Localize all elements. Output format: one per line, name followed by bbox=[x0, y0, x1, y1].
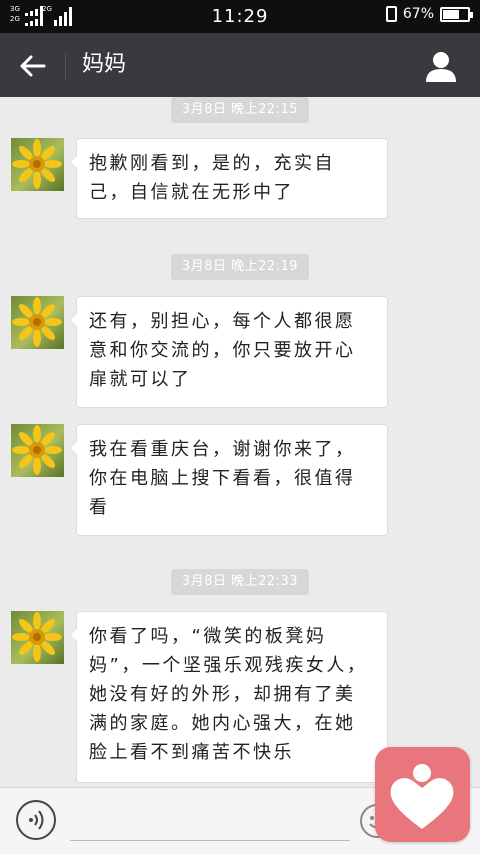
title-bar: 妈妈 bbox=[0, 33, 480, 97]
battery-percent: 67% bbox=[402, 6, 434, 22]
message-timestamp: 3月8日 晚上22:33 bbox=[171, 569, 309, 595]
back-arrow-icon[interactable] bbox=[18, 51, 48, 81]
contact-profile-icon[interactable] bbox=[424, 49, 458, 83]
chat-area[interactable]: 3月8日 晚上22:15 抱歉刚看到，是的，充实自己，自信就在无形中了 3月8日… bbox=[0, 97, 480, 787]
title-divider bbox=[65, 53, 66, 79]
floating-heart-app-icon[interactable] bbox=[375, 747, 470, 842]
vibrate-icon bbox=[385, 6, 397, 22]
message-bubble[interactable]: 还有，别担心，每个人都很愿意和你交流的，你只要放开心扉就可以了 bbox=[69, 296, 388, 408]
status-bar: 3G 2G 2G 11:29 67% bbox=[0, 0, 480, 33]
message-input[interactable] bbox=[70, 802, 350, 841]
message-timestamp: 3月8日 晚上22:15 bbox=[171, 97, 309, 123]
message-bubble[interactable]: 我在看重庆台，谢谢你来了，你在电脑上搜下看看，很值得看 bbox=[69, 424, 388, 536]
sunflower-avatar-icon[interactable] bbox=[11, 611, 64, 664]
chat-title: 妈妈 bbox=[82, 52, 127, 77]
voice-input-icon[interactable] bbox=[16, 800, 56, 840]
message-bubble[interactable]: 抱歉刚看到，是的，充实自己，自信就在无形中了 bbox=[69, 138, 388, 219]
message-timestamp: 3月8日 晚上22:19 bbox=[171, 254, 309, 280]
battery-icon bbox=[440, 6, 473, 22]
sunflower-avatar-icon[interactable] bbox=[11, 138, 64, 191]
sunflower-avatar-icon[interactable] bbox=[11, 296, 64, 349]
sunflower-avatar-icon[interactable] bbox=[11, 424, 64, 477]
battery-fill bbox=[443, 9, 459, 19]
message-bubble[interactable]: 你看了吗，“微笑的板凳妈妈”，一个坚强乐观残疾女人，她没有好的外形，却拥有了美满… bbox=[69, 611, 388, 783]
